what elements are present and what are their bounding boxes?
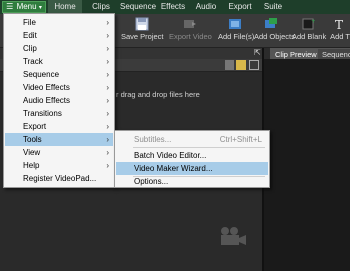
add-blank-label: Add Blank (292, 32, 327, 41)
tab-clip-preview[interactable]: Clip Preview (270, 48, 322, 59)
chevron-right-icon: › (106, 148, 109, 157)
menu-item-subtitles[interactable]: Subtitles... Ctrl+Shift+L (116, 133, 268, 146)
menu-separator (133, 147, 265, 148)
chevron-right-icon: › (106, 109, 109, 118)
list-view-icon[interactable] (249, 60, 259, 70)
tab-clips[interactable]: Clips (88, 0, 114, 14)
chevron-right-icon: › (106, 96, 109, 105)
add-text-icon: T (335, 18, 343, 31)
main-menu: File › Edit › Clip › Track › Sequence › Video… (3, 13, 115, 188)
tab-sequence[interactable]: Sequence (118, 0, 158, 14)
menu-item-file[interactable]: File › (5, 16, 113, 29)
menu-button-label: Menu (16, 2, 37, 11)
chevron-right-icon: › (106, 57, 109, 66)
add-text-label: Add T (330, 32, 350, 41)
menu-item-clip[interactable]: Clip › (5, 42, 113, 55)
chevron-right-icon: › (106, 161, 109, 170)
add-blank-button[interactable]: + Add Blank (292, 14, 327, 48)
export-video-icon (184, 20, 196, 28)
tab-suite[interactable]: Suite (262, 0, 284, 14)
hamburger-icon: ☰ (6, 2, 14, 11)
menu-item-audio-effects[interactable]: Audio Effects › (5, 94, 113, 107)
save-project-button[interactable]: Save Project (121, 14, 164, 48)
menu-item-options[interactable]: Options... (116, 176, 268, 188)
chevron-right-icon: › (106, 135, 109, 144)
add-objects-label: Add Objects (254, 32, 295, 41)
ribbon-tab-bar: ☰ Menu ▾ Home Clips Sequence Effects Aud… (0, 0, 350, 14)
floppy-disk-icon (135, 17, 149, 31)
chevron-right-icon: › (106, 122, 109, 131)
chevron-down-icon: ▾ (38, 5, 42, 11)
drop-files-hint: r drag and drop files here (116, 90, 200, 99)
menu-item-sequence[interactable]: Sequence › (5, 68, 113, 81)
svg-text:+: + (311, 18, 315, 25)
menu-item-tools[interactable]: Tools › (5, 133, 113, 146)
menu-item-video-maker-wizard[interactable]: Video Maker Wizard... (116, 162, 268, 175)
menu-item-transitions[interactable]: Transitions › (5, 107, 113, 120)
chevron-right-icon: › (106, 70, 109, 79)
menu-item-video-effects[interactable]: Video Effects › (5, 81, 113, 94)
trash-icon[interactable] (225, 60, 234, 70)
svg-text:T: T (335, 18, 343, 31)
add-objects-button[interactable]: Add Objects (254, 14, 295, 48)
tab-home[interactable]: Home (48, 0, 82, 14)
chevron-right-icon: › (106, 31, 109, 40)
tab-sequence-preview[interactable]: Sequence (317, 48, 350, 59)
menu-item-batch-video-editor[interactable]: Batch Video Editor... (116, 149, 268, 162)
menu-item-register[interactable]: Register VideoPad... (5, 172, 113, 185)
tools-submenu: Subtitles... Ctrl+Shift+L Batch Video Ed… (114, 130, 270, 188)
add-blank-icon: + (302, 18, 315, 30)
menu-item-help[interactable]: Help › (5, 159, 113, 172)
undock-icon[interactable]: ⇱ (254, 48, 262, 58)
tab-audio[interactable]: Audio (194, 0, 218, 14)
tab-effects[interactable]: Effects (158, 0, 188, 14)
export-video-label: Export Video (169, 32, 212, 41)
menu-item-edit[interactable]: Edit › (5, 29, 113, 42)
menu-button[interactable]: ☰ Menu ▾ (2, 1, 46, 13)
folder-icon[interactable] (236, 60, 246, 70)
chevron-right-icon: › (106, 83, 109, 92)
add-objects-icon (265, 18, 277, 28)
movie-camera-icon (221, 227, 246, 245)
save-project-label: Save Project (121, 32, 164, 41)
menu-item-export[interactable]: Export › (5, 120, 113, 133)
menu-item-view[interactable]: View › (5, 146, 113, 159)
subtitles-shortcut: Ctrl+Shift+L (219, 135, 262, 144)
preview-panel (264, 59, 350, 271)
export-video-button[interactable]: Export Video (169, 14, 212, 48)
add-files-button[interactable]: Add File(s) (218, 14, 255, 48)
add-files-label: Add File(s) (218, 32, 255, 41)
tab-export[interactable]: Export (226, 0, 254, 14)
menu-item-track[interactable]: Track › (5, 55, 113, 68)
chevron-right-icon: › (106, 18, 109, 27)
chevron-right-icon: › (106, 44, 109, 53)
add-files-icon (229, 19, 241, 29)
add-text-button[interactable]: T Add T (330, 14, 350, 48)
